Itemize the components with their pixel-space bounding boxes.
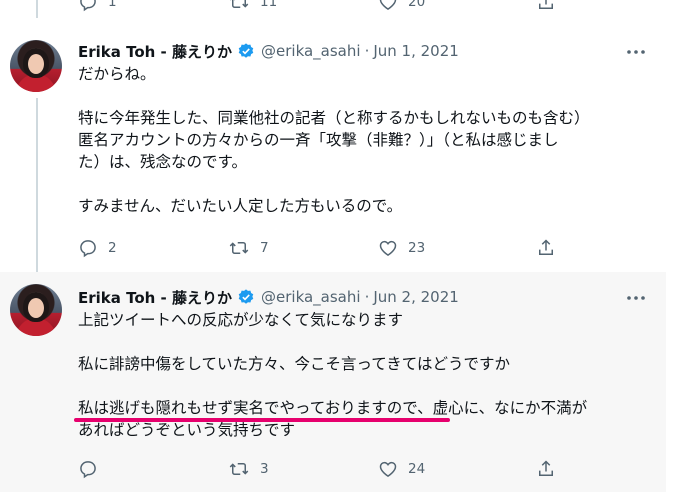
reply-count: 2 [108,240,117,256]
tweet-actions: 1 11 20 [78,0,558,13]
tweet-actions: 3 24 [78,458,558,480]
like-button[interactable]: 24 [378,458,425,480]
verified-badge-icon [237,42,255,60]
reply-button[interactable]: 1 [78,0,117,13]
share-icon [539,460,553,476]
tweet-actions: 2 7 23 [78,237,558,259]
reply-icon [80,461,96,479]
more-button[interactable] [626,42,646,62]
tweet-text: だからね。 特に今年発生した、同業他社の記者（と称するかもしれないものも含む） … [78,65,590,215]
tweet-header: Erika Toh - 藤えりか @erika_asahi · Jun 2, 2… [78,287,459,307]
like-icon [379,0,397,10]
retweet-count: 11 [260,0,278,10]
like-count: 24 [408,461,426,477]
retweet-button[interactable]: 7 [228,237,269,259]
retweet-icon [229,242,249,254]
share-icon [539,239,553,255]
separator-dot: · [364,288,370,306]
reply-button[interactable]: 2 [78,237,117,259]
separator-dot: · [364,42,370,60]
retweet-icon [229,463,249,475]
author-name[interactable]: Erika Toh - 藤えりか [78,287,232,308]
like-button[interactable]: 20 [378,0,425,13]
retweet-count: 7 [260,240,269,256]
retweet-button[interactable]: 3 [228,458,269,480]
more-button[interactable] [626,288,646,308]
share-icon [539,0,553,9]
tweet-date[interactable]: Jun 1, 2021 [373,42,458,60]
thread-line [36,0,38,18]
like-count: 23 [408,240,426,256]
like-button[interactable]: 23 [378,237,425,259]
tweet-date[interactable]: Jun 2, 2021 [373,288,458,306]
more-icon [627,296,645,300]
tweet[interactable]: Erika Toh - 藤えりか @erika_asahi · Jun 2, 2… [0,272,666,492]
share-button[interactable] [536,237,556,259]
more-icon [627,50,645,54]
author-name[interactable]: Erika Toh - 藤えりか [78,41,232,62]
reply-button[interactable] [78,458,108,480]
reply-icon [80,240,96,258]
tweet[interactable]: Erika Toh - 藤えりか @erika_asahi · Jun 1, 2… [0,18,666,272]
like-icon [379,461,397,477]
retweet-button[interactable]: 11 [228,0,277,13]
like-icon [379,240,397,256]
like-count: 20 [408,0,426,10]
avatar[interactable] [10,284,62,336]
share-button[interactable] [536,458,556,480]
thread-line [36,98,38,272]
avatar[interactable] [10,40,62,92]
tweet-header: Erika Toh - 藤えりか @erika_asahi · Jun 1, 2… [78,41,459,61]
retweet-count: 3 [260,461,269,477]
retweet-icon [230,0,249,8]
reply-icon [80,0,96,12]
tweet-partial[interactable]: 1 11 20 [0,0,666,18]
author-handle[interactable]: @erika_asahi [261,288,361,306]
verified-badge-icon [237,288,255,306]
page-margin [666,0,688,492]
share-button[interactable] [536,0,556,13]
reply-count: 1 [108,0,117,10]
author-handle[interactable]: @erika_asahi [261,42,361,60]
highlight-underline [74,418,450,422]
